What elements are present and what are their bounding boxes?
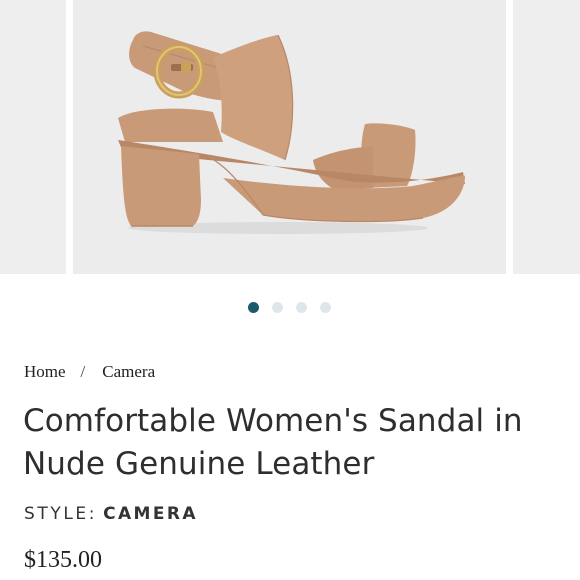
gallery-previous-slide[interactable]	[0, 0, 66, 274]
style-value: CAMERA	[103, 504, 198, 524]
style-label: STYLE:	[24, 504, 98, 524]
breadcrumb-current-link[interactable]: Camera	[102, 362, 155, 381]
gallery-main-slide[interactable]	[73, 0, 506, 274]
gallery-next-slide[interactable]	[513, 0, 580, 274]
breadcrumb: Home / Camera	[24, 362, 155, 382]
product-image-gallery[interactable]	[0, 0, 580, 274]
product-style: STYLE: CAMERA	[24, 504, 198, 524]
gallery-pagination-dots	[0, 302, 580, 314]
product-title: Comfortable Women's Sandal in Nude Genui…	[23, 403, 523, 482]
product-price: $135.00	[24, 547, 102, 573]
breadcrumb-home-link[interactable]: Home	[24, 362, 66, 381]
gallery-dot-2[interactable]	[272, 302, 283, 313]
gallery-dot-1[interactable]	[248, 302, 259, 313]
gallery-dot-3[interactable]	[296, 302, 307, 313]
breadcrumb-separator: /	[80, 362, 86, 381]
sandal-product-image	[118, 31, 465, 234]
gallery-dot-4[interactable]	[320, 302, 331, 313]
